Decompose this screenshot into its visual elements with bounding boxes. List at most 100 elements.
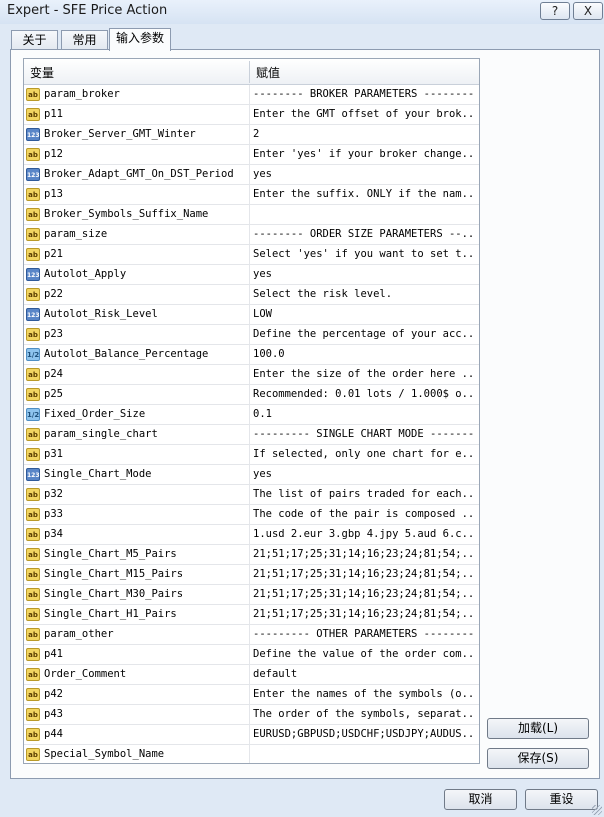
table-row[interactable]: ab p22 Select the risk level. (24, 285, 479, 305)
string-type-icon: ab (26, 708, 40, 721)
table-row[interactable]: 123 Autolot_Risk_Level LOW (24, 305, 479, 325)
table-row[interactable]: ab param_other --------- OTHER PARAMETERS … (24, 625, 479, 645)
reset-button[interactable]: 重设 (525, 789, 598, 810)
load-button[interactable]: 加载(L) (487, 718, 589, 739)
table-row[interactable]: ab p13 Enter the suffix. ONLY if the nam..… (24, 185, 479, 205)
table-row[interactable]: ab p12 Enter 'yes' if your broker change..… (24, 145, 479, 165)
table-row[interactable]: ab p25 Recommended: 0.01 lots / 1.000$ o..… (24, 385, 479, 405)
string-type-icon: ab (26, 648, 40, 661)
table-row[interactable]: ab Single_Chart_H1_Pairs 21;51;17;25;31;14… (24, 605, 479, 625)
table-row[interactable]: 123 Broker_Adapt_GMT_On_DST_Period yes (24, 165, 479, 185)
table-row[interactable]: ab p41 Define the value of the order com..… (24, 645, 479, 665)
column-header-value[interactable]: 赋值 (256, 64, 280, 81)
variable-name: param_other (44, 628, 114, 640)
table-row[interactable]: ab p44 EURUSD;GBPUSD;USDCHF;USDJPY;AUDUS..… (24, 725, 479, 745)
table-row[interactable]: ab Special_Symbol_Name (24, 745, 479, 763)
variable-value[interactable]: Enter the suffix. ONLY if the nam... (253, 188, 475, 200)
table-row[interactable]: ab p24 Enter the size of the order here ..… (24, 365, 479, 385)
variable-value[interactable]: Define the percentage of your acc... (253, 328, 475, 340)
variable-value[interactable]: 0.1 (253, 408, 475, 420)
column-header-variable[interactable]: 变量 (30, 64, 54, 81)
resize-grip[interactable] (592, 805, 602, 815)
variable-value[interactable]: -------- BROKER PARAMETERS -------- (253, 88, 475, 100)
string-type-icon: ab (26, 448, 40, 461)
table-row[interactable]: 1/2 Autolot_Balance_Percentage 100.0 (24, 345, 479, 365)
variable-value[interactable]: 1.usd 2.eur 3.gbp 4.jpy 5.aud 6.c... (253, 528, 475, 540)
variable-value[interactable]: 21;51;17;25;31;14;16;23;24;81;54;... (253, 588, 475, 600)
variable-name: p34 (44, 528, 63, 540)
table-row[interactable]: ab p34 1.usd 2.eur 3.gbp 4.jpy 5.aud 6.c..… (24, 525, 479, 545)
table-row[interactable]: ab Order_Comment default (24, 665, 479, 685)
variable-value[interactable]: --------- SINGLE CHART MODE -------- (253, 428, 475, 440)
tab-about[interactable]: 关于 (11, 30, 58, 50)
variable-value[interactable]: The list of pairs traded for each... (253, 488, 475, 500)
table-row[interactable]: 123 Broker_Server_GMT_Winter 2 (24, 125, 479, 145)
table-row[interactable]: ab param_single_chart --------- SINGLE CHA… (24, 425, 479, 445)
cell-divider (249, 685, 250, 705)
string-type-icon: ab (26, 248, 40, 261)
cell-divider (249, 285, 250, 305)
table-row[interactable]: ab Single_Chart_M5_Pairs 21;51;17;25;31;14… (24, 545, 479, 565)
table-row[interactable]: ab Broker_Symbols_Suffix_Name (24, 205, 479, 225)
variable-value[interactable]: Select 'yes' if you want to set t... (253, 248, 475, 260)
variable-value[interactable]: default (253, 668, 475, 680)
variable-value[interactable]: Enter the size of the order here ... (253, 368, 475, 380)
help-button[interactable]: ? (540, 2, 570, 20)
variable-value[interactable]: 100.0 (253, 348, 475, 360)
save-button[interactable]: 保存(S) (487, 748, 589, 769)
table-row[interactable]: 123 Autolot_Apply yes (24, 265, 479, 285)
tab-inputs[interactable]: 输入参数 (109, 28, 171, 51)
table-row[interactable]: ab p43 The order of the symbols, separat..… (24, 705, 479, 725)
cell-divider (249, 145, 250, 165)
table-row[interactable]: ab p23 Define the percentage of your acc..… (24, 325, 479, 345)
string-type-icon: ab (26, 568, 40, 581)
variable-name: Autolot_Balance_Percentage (44, 348, 209, 360)
variable-value[interactable]: If selected, only one chart for e... (253, 448, 475, 460)
variable-value[interactable]: -------- ORDER SIZE PARAMETERS --... (253, 228, 475, 240)
table-row[interactable]: ab Single_Chart_M30_Pairs 21;51;17;25;31;1… (24, 585, 479, 605)
variable-value[interactable]: Enter the GMT offset of your brok... (253, 108, 475, 120)
cell-divider (249, 165, 250, 185)
variable-value[interactable]: Enter 'yes' if your broker change... (253, 148, 475, 160)
variable-value[interactable]: 21;51;17;25;31;14;16;23;24;81;54;... (253, 568, 475, 580)
table-row[interactable]: ab p31 If selected, only one chart for e..… (24, 445, 479, 465)
variable-value[interactable]: Recommended: 0.01 lots / 1.000$ o... (253, 388, 475, 400)
variable-value[interactable]: --------- OTHER PARAMETERS -------- (253, 628, 475, 640)
table-row[interactable]: ab p42 Enter the names of the symbols (o..… (24, 685, 479, 705)
table-row[interactable]: ab p32 The list of pairs traded for each..… (24, 485, 479, 505)
table-row[interactable]: ab param_broker -------- BROKER PARAMETERS… (24, 85, 479, 105)
variable-value[interactable]: 2 (253, 128, 475, 140)
variable-value[interactable]: yes (253, 268, 475, 280)
close-button[interactable]: X (573, 2, 603, 20)
variable-value[interactable]: Enter the names of the symbols (o... (253, 688, 475, 700)
cell-divider (249, 645, 250, 665)
table-row[interactable]: ab p11 Enter the GMT offset of your brok..… (24, 105, 479, 125)
variable-value[interactable]: The code of the pair is composed ... (253, 508, 475, 520)
cancel-button[interactable]: 取消 (444, 789, 517, 810)
variable-value[interactable]: yes (253, 468, 475, 480)
table-row[interactable]: ab p33 The code of the pair is composed ..… (24, 505, 479, 525)
table-row[interactable]: ab p21 Select 'yes' if you want to set t..… (24, 245, 479, 265)
column-divider[interactable] (249, 61, 250, 83)
string-type-icon: ab (26, 88, 40, 101)
variable-value[interactable]: EURUSD;GBPUSD;USDCHF;USDJPY;AUDUS... (253, 728, 475, 740)
table-row[interactable]: 123 Single_Chart_Mode yes (24, 465, 479, 485)
table-row[interactable]: ab param_size -------- ORDER SIZE PARAMETE… (24, 225, 479, 245)
variable-value[interactable]: Select the risk level. (253, 288, 475, 300)
cell-divider (249, 665, 250, 685)
variable-value[interactable]: 21;51;17;25;31;14;16;23;24;81;54;... (253, 608, 475, 620)
variable-value[interactable]: Define the value of the order com... (253, 648, 475, 660)
tab-common[interactable]: 常用 (61, 30, 108, 50)
string-type-icon: ab (26, 148, 40, 161)
variable-value[interactable]: LOW (253, 308, 475, 320)
table-row[interactable]: ab Single_Chart_M15_Pairs 21;51;17;25;31;1… (24, 565, 479, 585)
variable-value[interactable]: yes (253, 168, 475, 180)
table-row[interactable]: 1/2 Fixed_Order_Size 0.1 (24, 405, 479, 425)
string-type-icon: ab (26, 548, 40, 561)
variable-value[interactable]: The order of the symbols, separat... (253, 708, 475, 720)
cell-divider (249, 305, 250, 325)
variable-name: Broker_Adapt_GMT_On_DST_Period (44, 168, 234, 180)
variable-name: p41 (44, 648, 63, 660)
variable-value[interactable]: 21;51;17;25;31;14;16;23;24;81;54;... (253, 548, 475, 560)
cell-divider (249, 565, 250, 585)
